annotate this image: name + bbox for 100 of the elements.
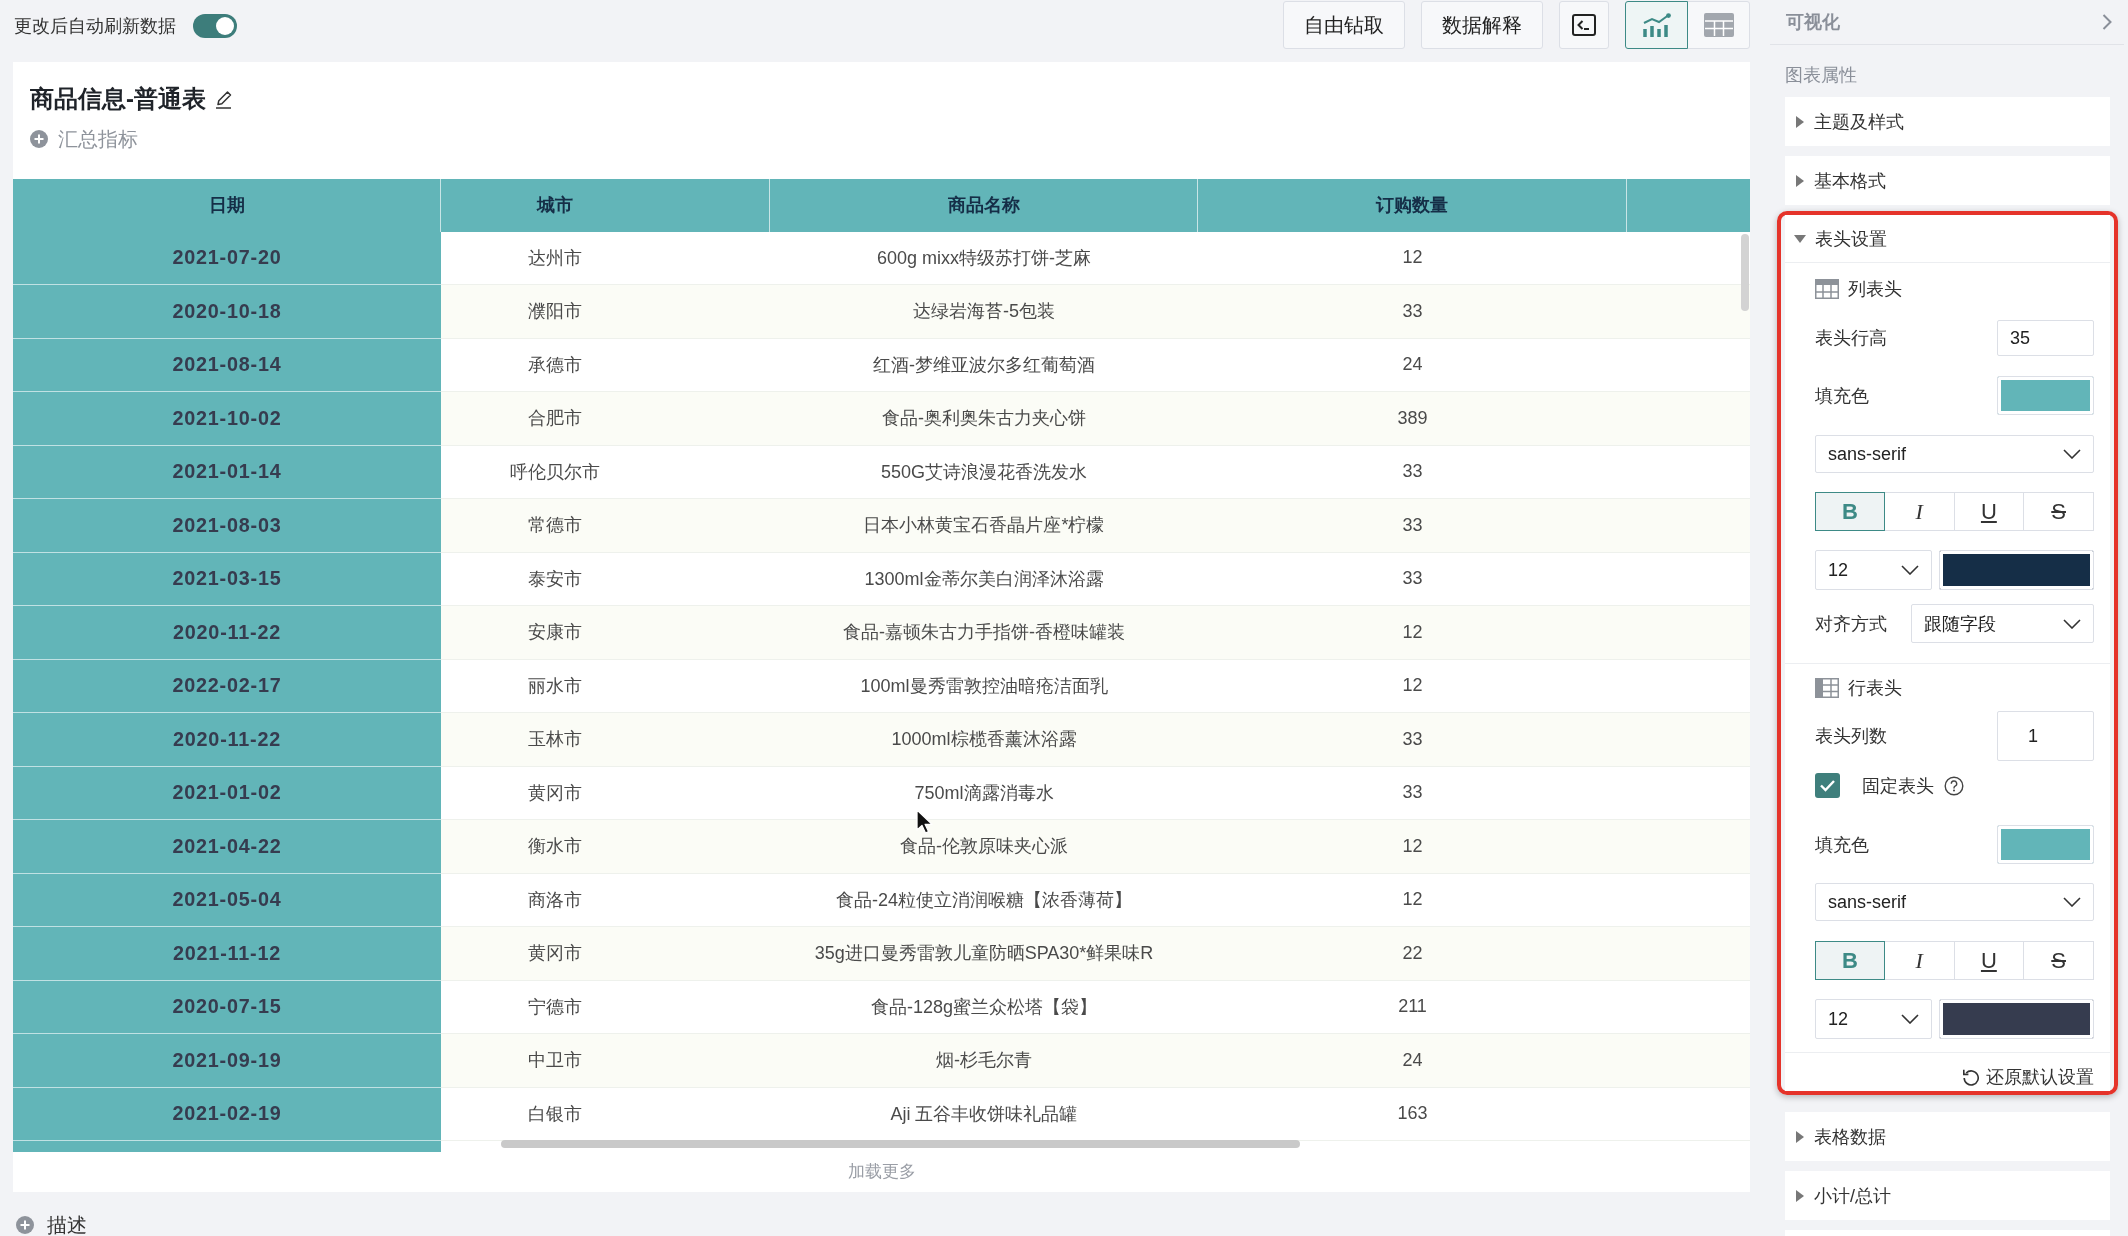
table-cell-text: 泰安市 [528,567,582,591]
subsection-title: 行表头 [1848,677,1902,700]
table-cell-text: 红酒-梦维亚波尔多红葡萄酒 [873,353,1095,377]
vertical-scrollbar[interactable] [1741,233,1749,311]
table-cell-text: 黄冈市 [528,942,582,966]
field-label: 对齐方式 [1815,612,1887,636]
table-cell: 211 [1398,996,1427,1018]
row-header-cell: 2021-04-22 [13,820,441,874]
text-style-button[interactable]: I [1883,492,1955,531]
chevron-down-icon [2063,618,2081,629]
pencil-icon[interactable] [214,89,234,109]
row-header-cell: 2021-03-15 [13,552,441,606]
table-cell-text: 600g mixx特级苏打饼-芝麻 [877,246,1091,270]
chevron-down-icon [1901,565,1919,575]
plus-circle-icon [30,130,48,148]
row-header-cell: 2021-07-20 [13,231,441,285]
table-cell: 22 [1402,942,1423,964]
chevron-down-icon [2063,449,2081,459]
table-cell-text: 合肥市 [528,407,582,431]
table-cell: 33 [1402,782,1423,804]
table-cell: 389 [1397,407,1428,429]
section-heading: 图表属性 [1785,64,1857,87]
table-cell: 163 [1397,1103,1428,1125]
chevron-right-icon[interactable] [2102,14,2112,30]
color-swatch[interactable] [1997,376,2094,415]
field-label: 填充色 [1815,384,1869,408]
toolbar-button[interactable]: 自由钻取 [1283,1,1405,49]
checkbox[interactable] [1815,773,1840,798]
table-cell-text: 安康市 [528,621,582,645]
table-cell: 12 [1402,835,1423,857]
row-header-cell: 2022-02-17 [13,659,441,713]
alignment-select[interactable]: 跟随字段 [1911,604,2094,643]
table-cell-text: 550G艾诗浪漫花香洗发水 [880,460,1087,484]
table-cell-text: 食品-128g蜜兰众松塔【袋】 [870,995,1097,1019]
table-cell: 24 [1402,354,1423,376]
font-size-select[interactable]: 12 [1815,999,1932,1039]
table-cell-text: Aji 五谷丰收饼味礼品罐 [890,1102,1078,1126]
color-swatch[interactable] [1939,550,2094,590]
table-cell-text: 呼伦贝尔市 [510,460,600,484]
checkbox-label: 固定表头 [1862,774,1934,798]
table-cell-text: 黄冈市 [528,781,582,805]
section-header[interactable]: 基本格式 [1785,156,2110,205]
terminal-button[interactable] [1559,1,1609,49]
toggle-switch[interactable] [193,14,237,38]
table-cell: 33 [1402,514,1423,536]
font-select[interactable]: sans-serif [1815,435,2094,473]
section-header[interactable]: 表格数据 [1785,1112,2110,1161]
table-cell-text: 衡水市 [528,835,582,859]
bar-line-chart-icon [1641,13,1672,37]
row-header-cell: 2021-02-19 [13,1087,441,1141]
text-style-button[interactable]: I [1883,941,1955,980]
table-cell-text: 常德市 [528,514,582,538]
row-header-cell: 2021-10-02 [13,392,441,446]
number-field[interactable]: 35 [1997,320,2094,356]
view-mode-button[interactable] [1625,1,1688,49]
row-header-cell: 2021-01-02 [13,766,441,820]
toolbar-button[interactable]: 数据解释 [1421,1,1543,49]
table-cell-text: 玉林市 [528,728,582,752]
section-header[interactable]: 主题及样式 [1785,97,2110,146]
row-header-cell: 2021-08-14 [13,338,441,392]
section-header[interactable]: 表头设置 [1785,215,2110,263]
text-style-button[interactable]: S [2023,492,2094,531]
row-header-cell: 2021-05-04 [13,873,441,927]
field-label: 填充色 [1815,833,1869,857]
column-header: 日期 [13,179,441,232]
table-cell-text: 烟-杉毛尔青 [936,1049,1032,1073]
toggle-label: 更改后自动刷新数据 [14,15,176,38]
report-title: 商品信息-普通表 [30,84,206,114]
text-style-button[interactable]: B [1815,941,1885,980]
color-swatch[interactable] [1939,999,2094,1039]
text-style-button[interactable]: B [1815,492,1885,531]
table-cell: 33 [1402,300,1423,322]
table-cell-text: 750ml滴露消毒水 [914,781,1054,805]
table-cell-text: 1000ml棕榄香薰沐浴露 [891,728,1077,752]
table-cell-text: 白银市 [528,1102,582,1126]
table-cell-text: 食品-伦敦原味夹心派 [900,835,1068,859]
row-header-cell: 2021-09-19 [13,1034,441,1088]
number-field[interactable]: 1 [1997,711,2094,761]
table-cell-text: 濮阳市 [528,300,582,324]
table-cell: 33 [1402,568,1423,590]
table-cell-text: 食品-24粒使立消润喉糖【浓香薄荷】 [836,888,1132,912]
color-swatch[interactable] [1997,825,2094,864]
font-size-select[interactable]: 12 [1815,550,1932,590]
table-cell-text: 宁德市 [528,995,582,1019]
table-cell-text: 食品-奥利奥朱古力夹心饼 [882,407,1086,431]
table-cell: 12 [1402,889,1423,911]
section-header[interactable]: 小计/总计 [1785,1171,2110,1220]
text-style-button[interactable]: U [1953,492,2025,531]
horizontal-scrollbar[interactable] [501,1139,1300,1148]
help-icon[interactable] [1944,775,1964,796]
reset-defaults-link[interactable]: 还原默认设置 [1962,1067,2094,1087]
font-select[interactable]: sans-serif [1815,883,2094,921]
row-header-cell: 2020-07-15 [13,980,441,1034]
table-cell-text: 日本小林黄宝石香晶片座*柠檬 [863,514,1105,538]
plus-circle-icon [16,1216,34,1234]
table-cell: 12 [1402,675,1423,697]
table-cell-text: 商洛市 [528,888,582,912]
add-description-link[interactable]: 描述 [16,1211,87,1236]
text-style-button[interactable]: S [2023,941,2094,980]
text-style-button[interactable]: U [1953,941,2025,980]
